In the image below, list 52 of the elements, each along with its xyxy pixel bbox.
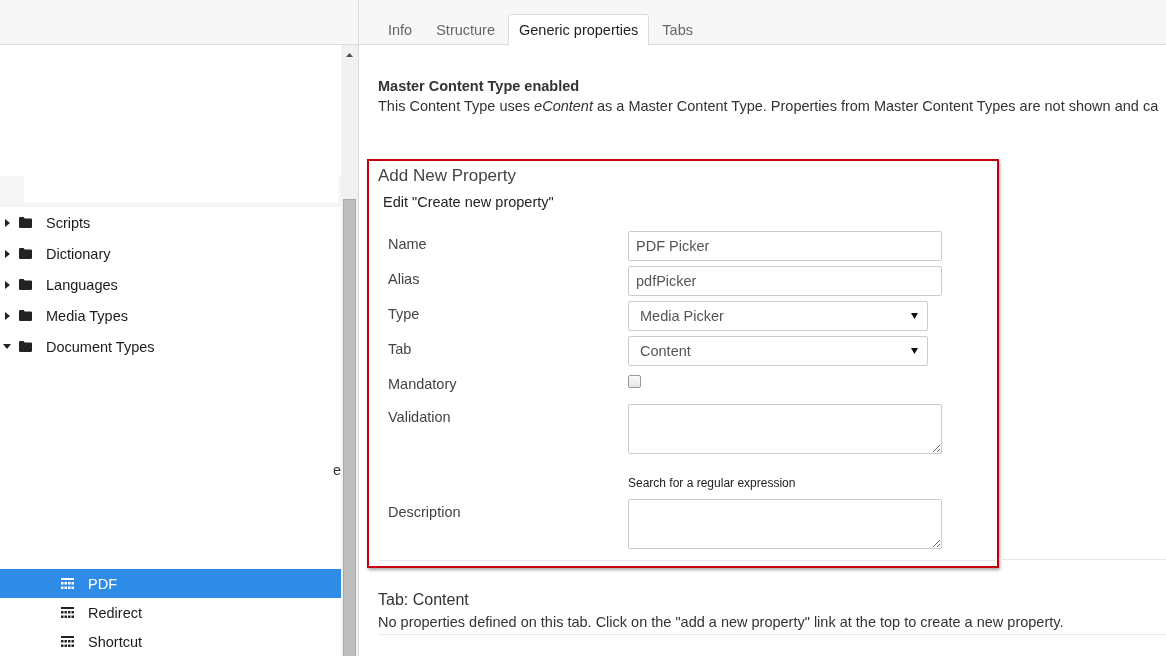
- section-title: Tab: Content: [378, 590, 469, 610]
- folder-icon: [19, 217, 32, 228]
- section-text: No properties defined on this tab. Click on the "add a new property" link at the top to create a new property.: [378, 613, 1064, 631]
- folder-icon: [19, 341, 32, 352]
- scrollbar-thumb[interactable]: [343, 199, 356, 656]
- field-label: Name: [388, 235, 428, 254]
- scroll-up-arrow-icon[interactable]: [346, 53, 353, 57]
- scrollbar[interactable]: [341, 45, 358, 656]
- tree-item[interactable]: Languages: [0, 269, 341, 300]
- tree-item[interactable]: Scripts: [0, 207, 341, 238]
- grid-icon: [61, 636, 74, 647]
- field-label: Validation: [388, 408, 452, 427]
- caret-down-icon: [911, 313, 918, 319]
- text-area-field[interactable]: [628, 404, 942, 454]
- panel-title: Add New Property: [378, 165, 516, 187]
- text-field[interactable]: pdfPicker: [628, 266, 942, 296]
- dropdown[interactable]: Media Picker: [628, 301, 928, 331]
- tree-item[interactable]: PDF: [0, 569, 341, 598]
- tree-item[interactable]: Document Types: [0, 331, 341, 362]
- panel-subtitle: Edit "Create new property": [383, 193, 554, 211]
- folder-icon: [19, 310, 32, 321]
- checkbox[interactable]: [628, 375, 641, 388]
- caret-right-icon[interactable]: [5, 249, 10, 258]
- grid-icon: [61, 578, 74, 589]
- caret-down-icon: [911, 348, 918, 354]
- field-label: Description: [388, 503, 462, 522]
- caret-right-icon[interactable]: [5, 280, 10, 289]
- tab[interactable]: Info: [377, 14, 424, 45]
- folder-icon: [19, 248, 32, 259]
- tab[interactable]: Tabs: [651, 14, 704, 45]
- notice-text: This Content Type uses eContent as a Master Content Type. Properties from Master Content Types are not shown and ca: [378, 97, 1159, 115]
- hint-text: Search for a regular expression: [628, 475, 796, 491]
- field-label: Type: [388, 305, 421, 324]
- text-field[interactable]: PDF Picker: [628, 231, 942, 261]
- field-label: Alias: [388, 270, 421, 289]
- folder-icon: [19, 279, 32, 290]
- tree-item[interactable]: Shortcut: [0, 627, 341, 656]
- tab[interactable]: Structure: [425, 14, 507, 45]
- caret-right-icon[interactable]: [5, 311, 10, 320]
- dropdown[interactable]: Content: [628, 336, 928, 366]
- caret-right-icon[interactable]: [5, 218, 10, 227]
- tree-item[interactable]: Redirect: [0, 598, 341, 627]
- tree-item[interactable]: Dictionary: [0, 238, 341, 269]
- field-label: Mandatory: [388, 375, 458, 394]
- text-area-field[interactable]: [628, 499, 942, 549]
- caret-down-icon[interactable]: [3, 344, 11, 349]
- cut-off-text: e: [332, 462, 341, 479]
- grid-icon: [61, 607, 74, 618]
- tree-item[interactable]: Media Types: [0, 300, 341, 331]
- notice-title: Master Content Type enabled: [378, 77, 580, 95]
- tab[interactable]: Generic properties: [508, 14, 650, 45]
- field-label: Tab: [388, 340, 413, 359]
